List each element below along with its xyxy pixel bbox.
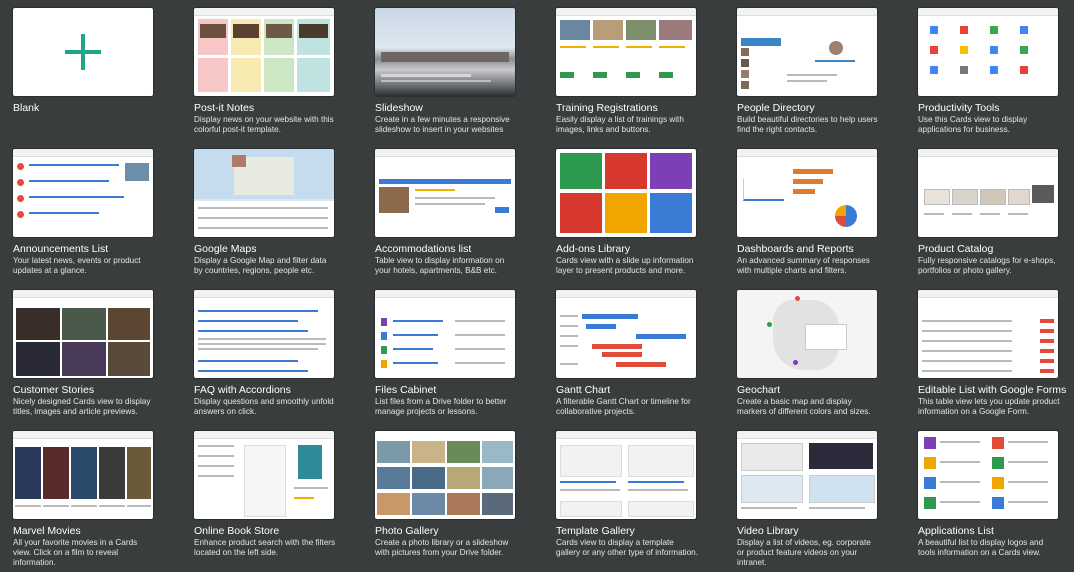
files-cabinet-thumbnail [375, 290, 515, 378]
training-registrations-thumbnail [556, 8, 696, 96]
card-description: All your favorite movies in a Cards view… [13, 538, 138, 567]
template-card-photo-gallery[interactable]: Photo Gallery Create a photo library or … [375, 431, 517, 572]
applications-list-thumbnail [918, 431, 1058, 519]
template-gallery: Blank Post-it Notes Display news on your… [0, 0, 1074, 568]
product-catalog-thumbnail [918, 149, 1058, 237]
announcements-list-thumbnail [13, 149, 153, 237]
card-description: Your latest news, events or product upda… [13, 256, 141, 275]
card-description: An advanced summary of responses with mu… [737, 256, 870, 275]
template-card-google-maps[interactable]: Google Maps Display a Google Map and fil… [194, 149, 336, 290]
template-card-gantt-chart[interactable]: Gantt Chart A filterable Gantt Chart or … [556, 290, 698, 431]
card-title: Dashboards and Reports [737, 243, 854, 255]
google-maps-thumbnail [194, 149, 334, 237]
template-card-dashboards-and-reports[interactable]: Dashboards and Reports An advanced summa… [737, 149, 879, 290]
card-title: Applications List [918, 525, 994, 537]
photo-gallery-thumbnail [375, 431, 515, 519]
card-description: Display questions and smoothly unfold an… [194, 397, 334, 416]
card-description: List files from a Drive folder to better… [375, 397, 507, 416]
card-description: Fully responsive catalogs for e-shops, p… [918, 256, 1056, 275]
template-card-add-ons-library[interactable]: Add-ons Library Cards view with a slide … [556, 149, 698, 290]
customer-stories-thumbnail [13, 290, 153, 378]
card-title: Training Registrations [556, 102, 658, 114]
card-description: Build beautiful directories to help user… [737, 115, 878, 134]
template-card-people-directory[interactable]: People Directory Build beautiful directo… [737, 8, 879, 149]
template-card-editable-list-with-google-forms[interactable]: Editable List with Google Forms This tab… [918, 290, 1067, 431]
card-title: Files Cabinet [375, 384, 437, 396]
template-card-customer-stories[interactable]: Customer Stories Nicely designed Cards v… [13, 290, 155, 431]
editable-list-thumbnail [918, 290, 1058, 378]
template-card-files-cabinet[interactable]: Files Cabinet List files from a Drive fo… [375, 290, 517, 431]
template-card-blank[interactable]: Blank [13, 8, 155, 149]
card-description: Enhance product search with the filters … [194, 538, 336, 557]
card-title: Product Catalog [918, 243, 994, 255]
dashboards-and-reports-thumbnail [737, 149, 877, 237]
template-card-announcements-list[interactable]: Announcements List Your latest news, eve… [13, 149, 155, 290]
template-card-applications-list[interactable]: Applications List A beautiful list to di… [918, 431, 1060, 572]
card-description: Display a Google Map and filter data by … [194, 256, 327, 275]
card-description: Create in a few minutes a responsive sli… [375, 115, 510, 134]
card-description: Use this Cards view to display applicati… [918, 115, 1028, 134]
card-description: Table view to display information on you… [375, 256, 505, 275]
template-card-geochart[interactable]: Geochart Create a basic map and display … [737, 290, 879, 431]
template-card-marvel-movies[interactable]: Marvel Movies All your favorite movies i… [13, 431, 155, 572]
card-title: Accommodations list [375, 243, 472, 255]
template-card-online-book-store[interactable]: Online Book Store Enhance product search… [194, 431, 336, 572]
card-title: Editable List with Google Forms [918, 384, 1067, 396]
template-card-faq-with-accordions[interactable]: FAQ with Accordions Display questions an… [194, 290, 336, 431]
geochart-thumbnail [737, 290, 877, 378]
card-title: Video Library [737, 525, 799, 537]
card-description: Display news on your website with this c… [194, 115, 334, 134]
card-description: This table view lets you update product … [918, 397, 1060, 416]
card-title: FAQ with Accordions [194, 384, 291, 396]
card-title: Blank [13, 102, 40, 114]
card-description: Nicely designed Cards view to display ti… [13, 397, 151, 416]
people-directory-thumbnail [737, 8, 877, 96]
card-description: Cards view to display a template gallery… [556, 538, 698, 557]
card-description: Display a list of videos, eg. corporate … [737, 538, 871, 567]
productivity-tools-thumbnail [918, 8, 1058, 96]
card-title: Productivity Tools [918, 102, 1000, 114]
template-card-product-catalog[interactable]: Product Catalog Fully responsive catalog… [918, 149, 1060, 290]
accommodations-list-thumbnail [375, 149, 515, 237]
template-gallery-thumbnail [556, 431, 696, 519]
card-title: Geochart [737, 384, 781, 396]
card-title: Photo Gallery [375, 525, 439, 537]
card-description: Cards view with a slide up information l… [556, 256, 694, 275]
card-description: Create a photo library or a slideshow wi… [375, 538, 509, 557]
card-title: Customer Stories [13, 384, 95, 396]
post-it-notes-thumbnail [194, 8, 334, 96]
card-title: Post-it Notes [194, 102, 255, 114]
card-title: Online Book Store [194, 525, 280, 537]
card-title: People Directory [737, 102, 815, 114]
card-title: Template Gallery [556, 525, 635, 537]
template-card-post-it-notes[interactable]: Post-it Notes Display news on your websi… [194, 8, 336, 149]
card-title: Slideshow [375, 102, 423, 114]
gantt-chart-thumbnail [556, 290, 696, 378]
card-title: Gantt Chart [556, 384, 611, 396]
card-title: Marvel Movies [13, 525, 81, 537]
video-library-thumbnail [737, 431, 877, 519]
faq-with-accordions-thumbnail [194, 290, 334, 378]
marvel-movies-thumbnail [13, 431, 153, 519]
template-card-training-registrations[interactable]: Training Registrations Easily display a … [556, 8, 698, 149]
slideshow-thumbnail [375, 8, 515, 96]
card-title: Add-ons Library [556, 243, 631, 255]
card-title: Announcements List [13, 243, 109, 255]
card-description: A filterable Gantt Chart or timeline for… [556, 397, 691, 416]
add-ons-library-thumbnail [556, 149, 696, 237]
template-card-slideshow[interactable]: Slideshow Create in a few minutes a resp… [375, 8, 517, 149]
card-title: Google Maps [194, 243, 257, 255]
blank-thumbnail [13, 8, 153, 96]
template-card-accommodations-list[interactable]: Accommodations list Table view to displa… [375, 149, 517, 290]
template-card-template-gallery[interactable]: Template Gallery Cards view to display a… [556, 431, 698, 572]
card-description: Create a basic map and display markers o… [737, 397, 871, 416]
card-description: Easily display a list of trainings with … [556, 115, 684, 134]
online-book-store-thumbnail [194, 431, 334, 519]
template-card-productivity-tools[interactable]: Productivity Tools Use this Cards view t… [918, 8, 1060, 149]
template-card-video-library[interactable]: Video Library Display a list of videos, … [737, 431, 879, 572]
card-description: A beautiful list to display logos and to… [918, 538, 1044, 557]
